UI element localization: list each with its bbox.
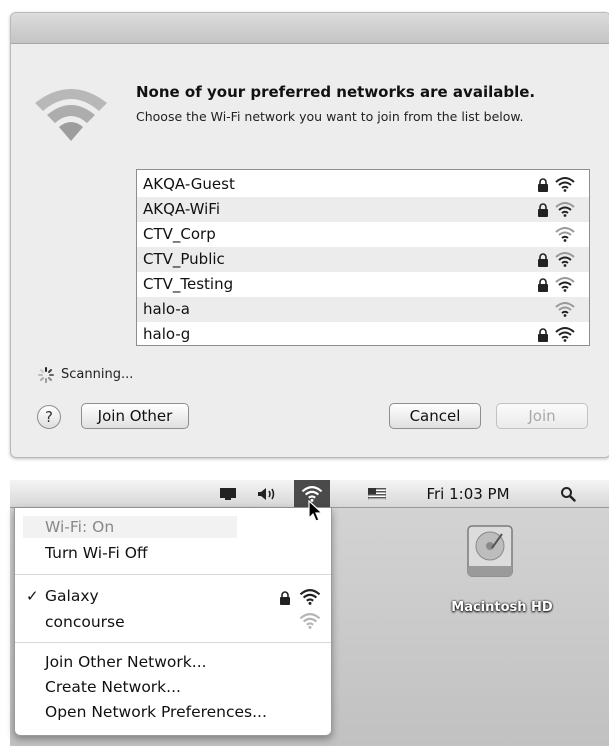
join-other-network-item[interactable]: Join Other Network... (45, 653, 207, 671)
dialog-heading: None of your preferred networks are avai… (136, 83, 536, 101)
wifi-signal-icon (299, 613, 321, 629)
hard-drive-icon[interactable] (458, 522, 522, 586)
wifi-signal-icon (555, 177, 575, 192)
us-flag-icon[interactable] (365, 480, 389, 507)
wifi-signal-icon (555, 202, 575, 217)
menu-separator (15, 574, 331, 575)
hard-drive-label[interactable]: Macintosh HD (438, 600, 566, 615)
network-name: AKQA-WiFi (143, 200, 221, 218)
dialog-titlebar[interactable] (11, 13, 609, 44)
network-item-concourse[interactable]: concourse (45, 613, 125, 631)
network-name: halo-g (143, 325, 191, 343)
wifi-signal-icon (555, 252, 575, 267)
mouse-cursor-icon (308, 500, 324, 522)
scanning-status: Scanning... (61, 367, 134, 382)
lock-icon (538, 178, 548, 192)
network-list[interactable]: AKQA-Guest AKQA-WiFi CTV_Corp CTV_Public… (136, 169, 590, 346)
network-item-galaxy[interactable]: Galaxy (45, 587, 99, 605)
dialog-subtext: Choose the Wi-Fi network you want to joi… (136, 109, 524, 124)
wifi-signal-icon (555, 277, 575, 292)
network-row[interactable]: AKQA-Guest (137, 172, 589, 197)
wifi-menu: Wi-Fi: On Turn Wi-Fi Off ✓ Galaxy concou… (14, 508, 332, 736)
network-row[interactable]: CTV_Testing (137, 272, 589, 297)
lock-icon (538, 328, 548, 342)
wifi-icon (35, 89, 107, 141)
network-name: AKQA-Guest (143, 175, 235, 193)
wifi-signal-icon (555, 227, 575, 242)
wifi-join-dialog: None of your preferred networks are avai… (10, 12, 609, 458)
network-name: CTV_Public (143, 250, 225, 268)
network-row[interactable]: CTV_Public (137, 247, 589, 272)
network-row[interactable]: halo-a (137, 297, 589, 322)
network-name: CTV_Corp (143, 225, 216, 243)
network-row[interactable]: halo-g (137, 322, 589, 347)
create-network-item[interactable]: Create Network... (45, 678, 181, 696)
lock-icon (538, 278, 548, 292)
join-button[interactable]: Join (496, 403, 588, 429)
menu-bar-clock[interactable]: Fri 1:03 PM (418, 480, 518, 507)
display-icon[interactable] (216, 480, 240, 507)
cancel-button[interactable]: Cancel (389, 403, 481, 429)
wifi-signal-icon (555, 302, 575, 317)
network-name: CTV_Testing (143, 275, 234, 293)
lock-icon (538, 203, 548, 217)
spotlight-search-icon[interactable] (556, 480, 580, 507)
network-row[interactable]: CTV_Corp (137, 222, 589, 247)
wifi-status: Wi-Fi: On (45, 518, 115, 536)
open-network-preferences-item[interactable]: Open Network Preferences... (45, 703, 267, 721)
volume-icon[interactable] (254, 480, 280, 507)
join-other-button[interactable]: Join Other (81, 403, 189, 429)
turn-wifi-off-item[interactable]: Turn Wi-Fi Off (45, 544, 148, 562)
wifi-signal-icon (555, 327, 575, 342)
lock-icon (280, 591, 290, 605)
lock-icon (538, 253, 548, 267)
spinner-icon (38, 367, 54, 383)
checkmark-icon: ✓ (26, 587, 39, 605)
help-button[interactable]: ? (37, 405, 61, 429)
menu-separator (15, 642, 331, 643)
network-row[interactable]: AKQA-WiFi (137, 197, 589, 222)
wifi-signal-icon (299, 589, 321, 605)
network-name: halo-a (143, 300, 190, 318)
